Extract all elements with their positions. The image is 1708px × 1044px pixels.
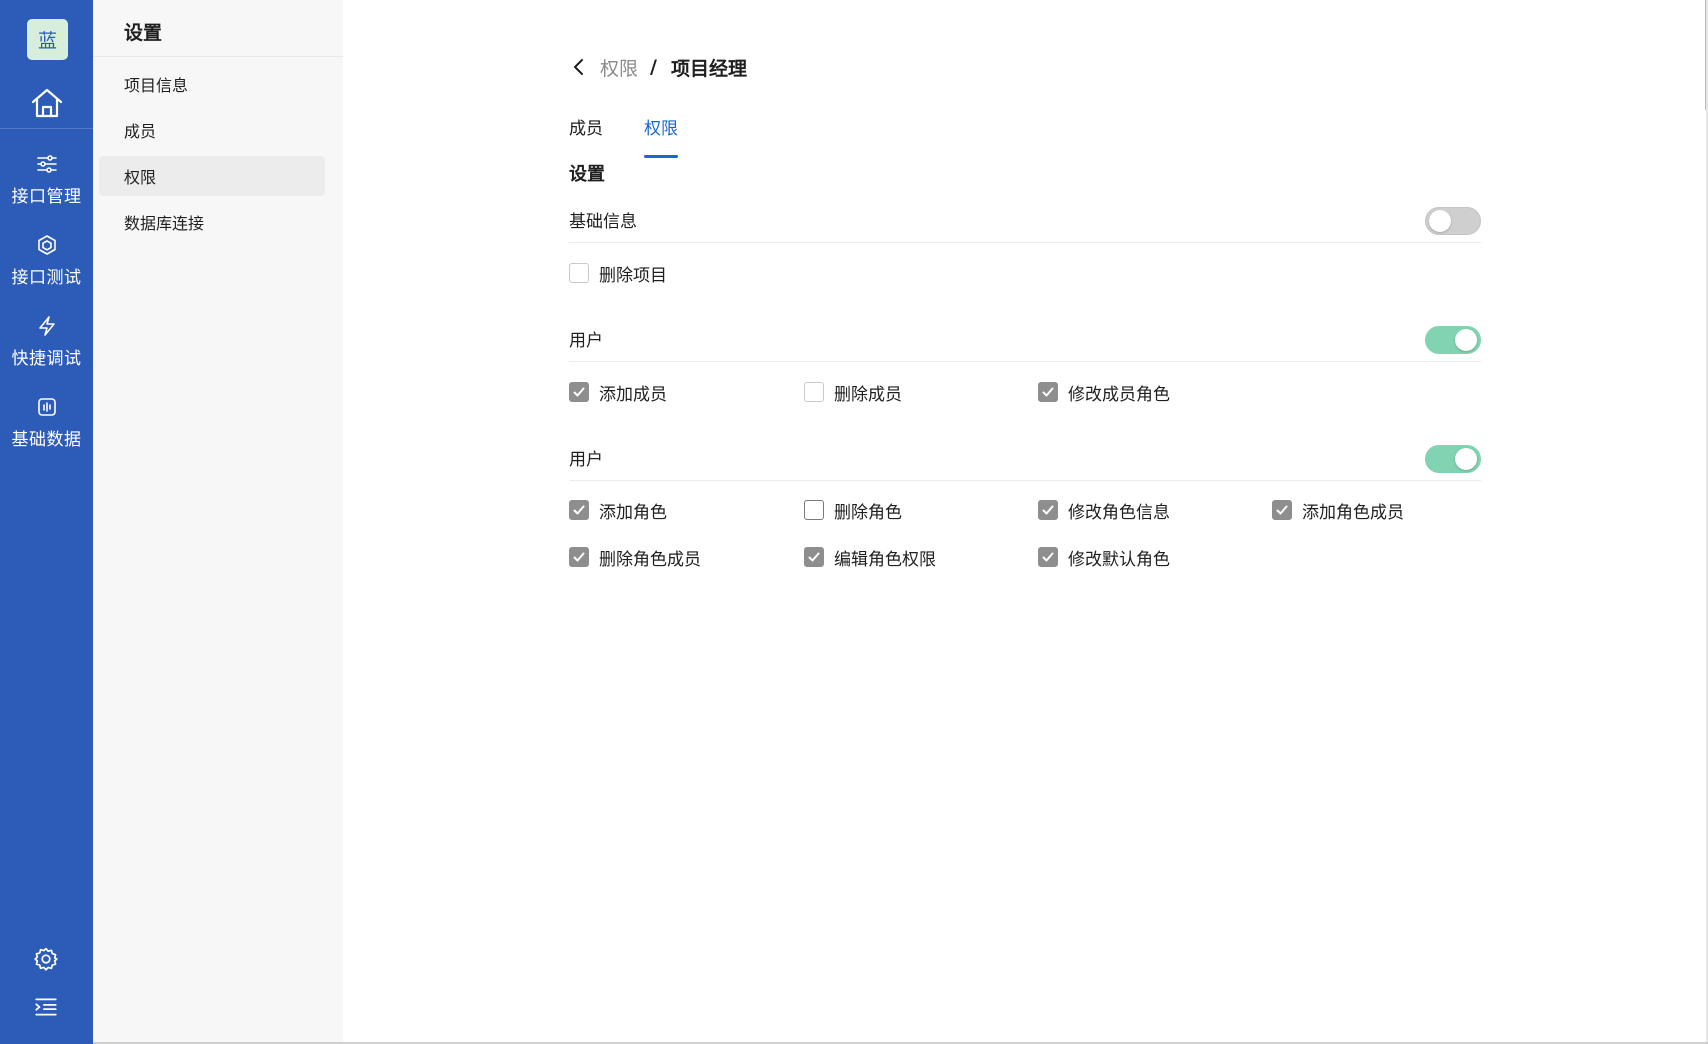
cube-icon bbox=[37, 235, 56, 255]
settings-sidebar: 设置 项目信息 成员 权限 数据库连接 bbox=[93, 0, 343, 1044]
rail-item-base-data[interactable]: 基础数据 bbox=[0, 391, 93, 463]
permission-label: 删除角色 bbox=[834, 502, 902, 523]
checkbox-box[interactable] bbox=[569, 263, 589, 283]
permission-checkbox-edit-role-permissions[interactable]: 编辑角色权限 bbox=[804, 544, 936, 570]
permission-label: 添加角色 bbox=[599, 502, 667, 523]
breadcrumb-current: 项目经理 bbox=[670, 57, 747, 80]
permission-checkbox-delete-member[interactable]: 删除成员 bbox=[804, 379, 902, 405]
permission-checkbox-add-member[interactable]: 添加成员 bbox=[569, 379, 667, 405]
checkmark-icon bbox=[1042, 387, 1054, 397]
sidebar-item-label: 数据库连接 bbox=[124, 214, 205, 233]
lightning-icon bbox=[38, 316, 55, 336]
permission-label: 删除项目 bbox=[599, 265, 667, 286]
permission-label: 添加角色成员 bbox=[1302, 502, 1404, 523]
permission-group-toggle[interactable] bbox=[1425, 445, 1481, 473]
checkbox-box[interactable] bbox=[1038, 547, 1058, 567]
checkbox-box[interactable] bbox=[1038, 382, 1058, 402]
permission-label: 添加成员 bbox=[599, 384, 667, 405]
permission-group-toggle[interactable] bbox=[1425, 326, 1481, 354]
permission-group-header: 基础信息 bbox=[569, 195, 1481, 243]
permission-group-header: 用户 bbox=[569, 314, 1481, 362]
sidebar-item-members[interactable]: 成员 bbox=[99, 110, 325, 150]
sliders-icon bbox=[36, 155, 57, 173]
checkbox-box[interactable] bbox=[569, 382, 589, 402]
rail-item-label: 快捷调试 bbox=[11, 349, 82, 369]
permission-checkbox-add-role-member[interactable]: 添加角色成员 bbox=[1272, 497, 1404, 523]
checkmark-icon bbox=[573, 552, 585, 562]
home-button[interactable] bbox=[25, 83, 69, 123]
checkmark-icon bbox=[573, 387, 585, 397]
rail-item-label: 基础数据 bbox=[11, 430, 82, 450]
app-logo[interactable]: 蓝 bbox=[27, 19, 68, 60]
rail-item-quick-debug[interactable]: 快捷调试 bbox=[0, 310, 93, 382]
tab-members[interactable]: 成员 bbox=[569, 112, 603, 158]
breadcrumb: 权限 / 项目经理 bbox=[568, 52, 747, 82]
permission-group-title: 用户 bbox=[569, 450, 603, 470]
checkmark-icon bbox=[808, 552, 820, 562]
rail-item-label: 接口测试 bbox=[11, 268, 82, 288]
permission-group-toggle[interactable] bbox=[1425, 207, 1481, 235]
sidebar-item-label: 权限 bbox=[124, 168, 157, 187]
checkmark-icon bbox=[1042, 505, 1054, 515]
scrollbar-track[interactable] bbox=[1705, 0, 1706, 110]
permission-checkbox-edit-role-info[interactable]: 修改角色信息 bbox=[1038, 497, 1170, 523]
menu-indent-icon[interactable] bbox=[33, 994, 59, 1020]
checkmark-icon bbox=[1042, 552, 1054, 562]
toggle-knob bbox=[1455, 448, 1477, 470]
checkbox-box[interactable] bbox=[804, 382, 824, 402]
rail-divider bbox=[0, 128, 93, 129]
sidebar-divider bbox=[93, 56, 343, 57]
checkbox-box[interactable] bbox=[569, 547, 589, 567]
tab-label: 权限 bbox=[644, 119, 678, 139]
sidebar-item-database-connection[interactable]: 数据库连接 bbox=[99, 202, 325, 242]
permission-checkbox-change-member-role[interactable]: 修改成员角色 bbox=[1038, 379, 1170, 405]
permission-label: 修改默认角色 bbox=[1068, 549, 1170, 570]
checkbox-box[interactable] bbox=[1272, 500, 1292, 520]
permission-label: 编辑角色权限 bbox=[834, 549, 936, 570]
home-icon bbox=[31, 88, 63, 118]
back-chevron-icon[interactable] bbox=[568, 56, 590, 78]
checkbox-box[interactable] bbox=[569, 500, 589, 520]
permission-checkbox-delete-role-member[interactable]: 删除角色成员 bbox=[569, 544, 701, 570]
permission-group-title: 基础信息 bbox=[569, 212, 637, 232]
section-title: 设置 bbox=[569, 164, 605, 185]
checkbox-box[interactable] bbox=[804, 547, 824, 567]
app-logo-text: 蓝 bbox=[37, 30, 57, 52]
toggle-knob bbox=[1429, 210, 1451, 232]
app-rail: 蓝 接口管理 接口测试 快捷调试 基础数据 bbox=[0, 0, 93, 1044]
rail-item-api-management[interactable]: 接口管理 bbox=[0, 148, 93, 220]
gear-icon[interactable] bbox=[33, 946, 59, 972]
checkbox-box[interactable] bbox=[1038, 500, 1058, 520]
permission-checkbox-add-role[interactable]: 添加角色 bbox=[569, 497, 667, 523]
permission-checkbox-change-default-role[interactable]: 修改默认角色 bbox=[1038, 544, 1170, 570]
toggle-knob bbox=[1455, 329, 1477, 351]
rail-item-label: 接口管理 bbox=[11, 187, 82, 207]
permission-label: 修改成员角色 bbox=[1068, 384, 1170, 405]
checkmark-icon bbox=[1276, 505, 1288, 515]
permission-checkbox-delete-role[interactable]: 删除角色 bbox=[804, 497, 902, 523]
sidebar-item-label: 成员 bbox=[124, 122, 157, 141]
breadcrumb-separator: / bbox=[650, 56, 657, 78]
permission-group-header: 用户 bbox=[569, 433, 1481, 481]
permission-group-title: 用户 bbox=[569, 331, 603, 351]
permission-label: 修改角色信息 bbox=[1068, 502, 1170, 523]
tab-label: 成员 bbox=[569, 119, 603, 139]
sidebar-title: 设置 bbox=[124, 22, 163, 44]
chart-box-icon bbox=[37, 398, 56, 416]
permission-label: 删除角色成员 bbox=[599, 549, 701, 570]
sidebar-item-label: 项目信息 bbox=[124, 76, 189, 95]
breadcrumb-parent-link[interactable]: 权限 bbox=[600, 54, 638, 81]
rail-item-api-test[interactable]: 接口测试 bbox=[0, 229, 93, 301]
permission-label: 删除成员 bbox=[834, 384, 902, 405]
checkbox-box[interactable] bbox=[804, 500, 824, 520]
checkmark-icon bbox=[573, 505, 585, 515]
tab-permissions[interactable]: 权限 bbox=[644, 112, 678, 158]
sidebar-item-project-info[interactable]: 项目信息 bbox=[99, 64, 325, 104]
permission-checkbox-delete-project[interactable]: 删除项目 bbox=[569, 260, 667, 286]
sidebar-item-permissions[interactable]: 权限 bbox=[99, 156, 325, 196]
